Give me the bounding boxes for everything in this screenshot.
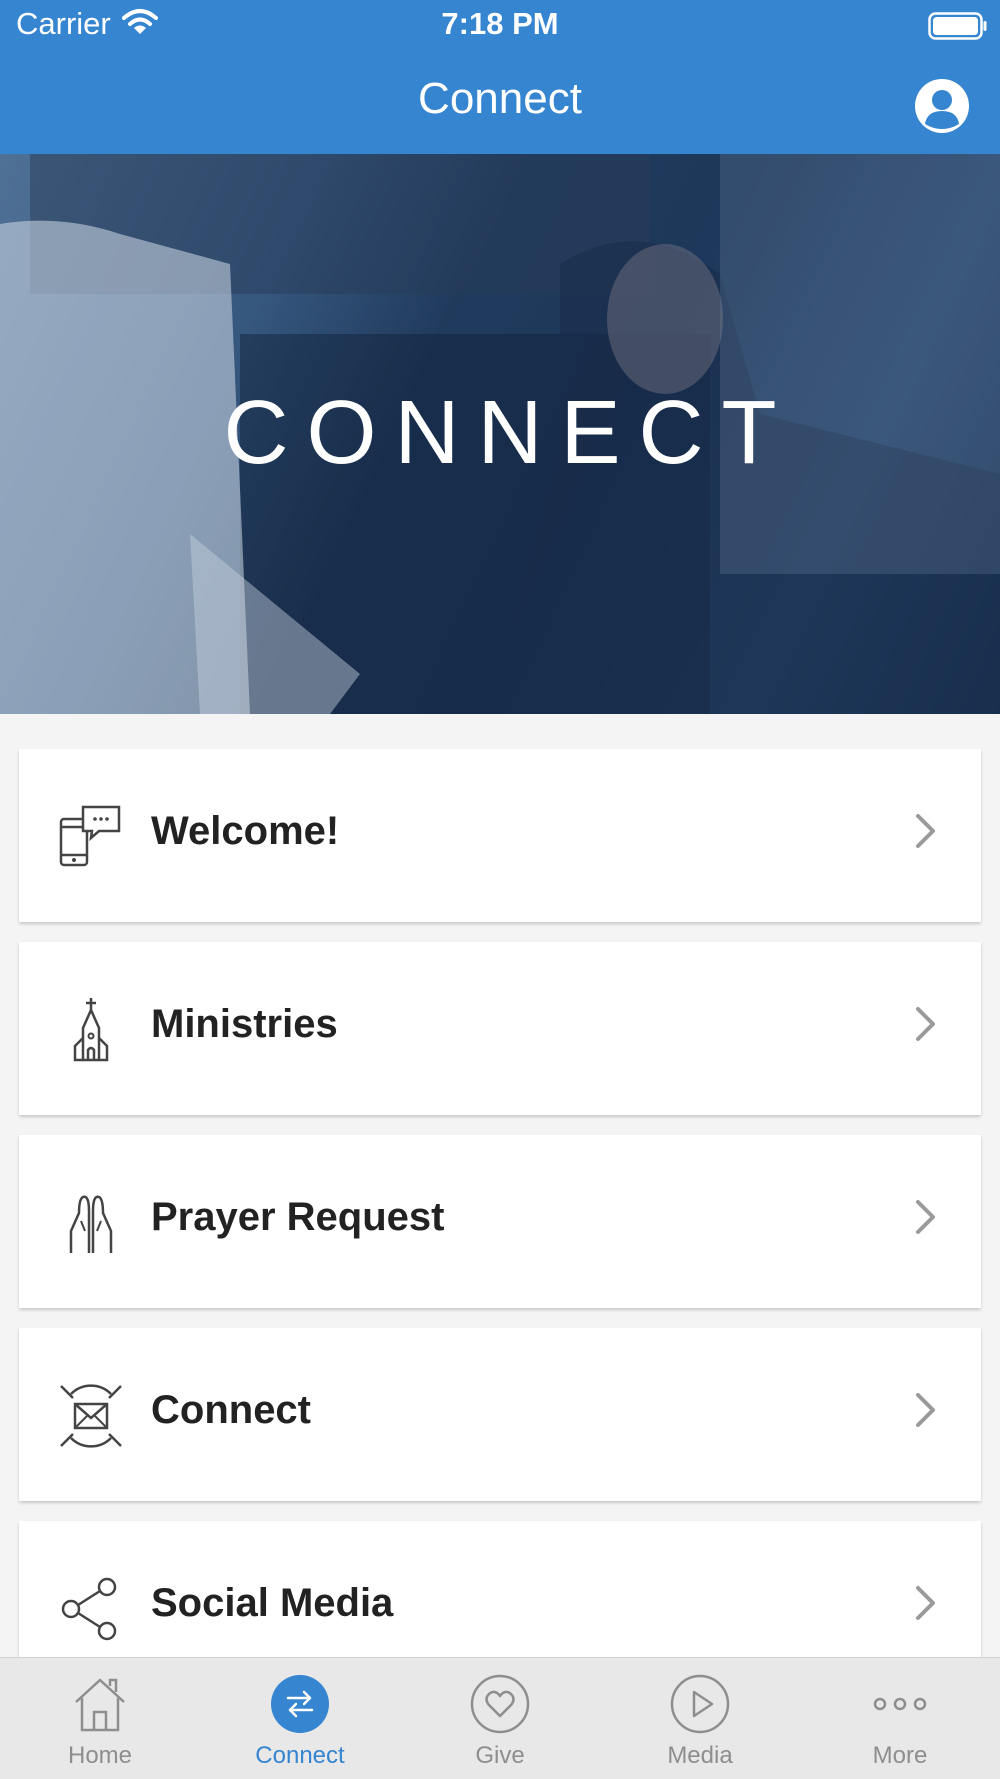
chevron-right-icon	[916, 814, 935, 848]
chevron-right-icon	[916, 1007, 935, 1041]
tab-label: More	[872, 1742, 928, 1769]
share-icon	[61, 1577, 117, 1641]
tab-media[interactable]: Media	[600, 1658, 800, 1779]
tab-home[interactable]: Home	[0, 1658, 200, 1779]
profile-button[interactable]	[914, 78, 970, 134]
hero-title: CONNECT	[223, 383, 795, 483]
tab-label: Media	[667, 1742, 733, 1769]
tab-more[interactable]: More	[800, 1658, 1000, 1779]
play-icon	[670, 1674, 730, 1734]
menu-item-connect[interactable]: Connect	[19, 1328, 981, 1501]
menu-item-label: Social Media	[151, 1581, 394, 1625]
hero-banner: CONNECT	[0, 154, 1000, 714]
battery-icon	[928, 12, 988, 45]
menu-item-label: Welcome!	[151, 809, 340, 853]
menu-item-label: Connect	[151, 1388, 311, 1432]
phone-chat-icon	[59, 805, 121, 867]
envelope-icon	[60, 1384, 122, 1448]
menu-item-welcome[interactable]: Welcome!	[19, 749, 981, 922]
chevron-right-icon	[916, 1200, 935, 1234]
tab-connect[interactable]: Connect	[200, 1658, 400, 1779]
chevron-right-icon	[916, 1393, 935, 1427]
tab-bar: Home Connect Give Media More	[0, 1657, 1000, 1779]
profile-icon	[915, 79, 969, 133]
chevron-right-icon	[916, 1586, 935, 1620]
menu-item-ministries[interactable]: Ministries	[19, 942, 981, 1115]
swap-arrows-icon	[271, 1675, 329, 1733]
more-dots-icon	[873, 1697, 927, 1711]
nav-bar: Connect	[0, 52, 1000, 154]
tab-label: Home	[67, 1742, 133, 1769]
tab-label: Give	[475, 1742, 525, 1769]
church-icon	[73, 998, 109, 1062]
page-title: Connect	[418, 74, 582, 123]
menu-item-label: Prayer Request	[151, 1195, 445, 1239]
heart-icon	[470, 1674, 530, 1734]
menu-item-prayer-request[interactable]: Prayer Request	[19, 1135, 981, 1308]
praying-hands-icon	[69, 1195, 113, 1253]
status-bar: Carrier 7:18 PM	[0, 0, 1000, 52]
tab-label: Connect	[255, 1742, 345, 1769]
home-icon	[75, 1678, 125, 1732]
menu-item-label: Ministries	[151, 1002, 338, 1046]
tab-give[interactable]: Give	[400, 1658, 600, 1779]
status-time: 7:18 PM	[441, 6, 559, 41]
